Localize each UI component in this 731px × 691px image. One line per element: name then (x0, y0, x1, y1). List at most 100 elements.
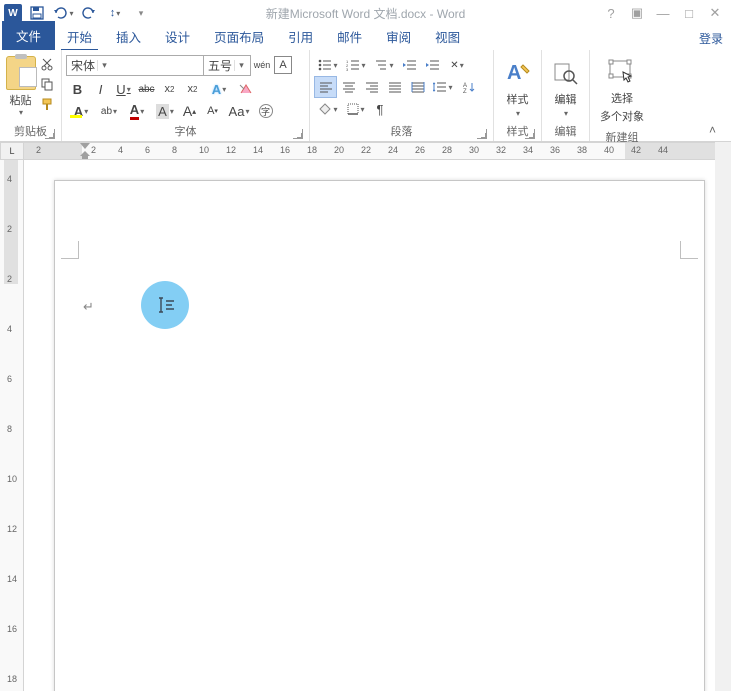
numbering-button[interactable]: 123▾ (342, 54, 370, 76)
change-case-button[interactable]: Aa▾ (224, 100, 254, 122)
editing-button[interactable]: 编辑 ▾ (546, 52, 585, 122)
bullets-button[interactable]: ▾ (314, 54, 342, 76)
char-shading-button[interactable]: A▾ (152, 100, 178, 122)
font-launcher[interactable] (293, 129, 303, 139)
clipboard-launcher[interactable] (45, 129, 55, 139)
strike-button[interactable]: abc (135, 78, 158, 100)
dropdown-icon[interactable]: ▾ (97, 60, 111, 71)
select-icon (606, 56, 638, 88)
first-line-indent-marker[interactable] (80, 143, 90, 149)
text-effects-button[interactable]: A▾ (204, 78, 234, 100)
group-paragraph: ▾ 123▾ ▾ ✕▾ ▾ AZ ▾ ▾ ¶ 段落 (310, 50, 494, 141)
collapse-ribbon-button[interactable]: ˄ (709, 123, 725, 137)
select-sublabel: 多个对象 (600, 108, 644, 124)
redo-button[interactable] (78, 2, 100, 24)
align-right-button[interactable] (360, 76, 383, 98)
phonetic-guide-button[interactable]: wén (252, 55, 272, 75)
italic-button[interactable]: I (89, 78, 112, 100)
hanging-indent-marker[interactable] (80, 151, 90, 159)
paste-icon (6, 56, 36, 90)
tab-mailings[interactable]: 邮件 (325, 23, 374, 50)
svg-text:Z: Z (463, 89, 467, 93)
subscript-button[interactable]: x2 (158, 78, 181, 100)
borders-button[interactable]: ▾ (342, 98, 370, 120)
line-spacing-button[interactable]: ▾ (429, 76, 457, 98)
paragraph-mark: ↵ (83, 299, 94, 315)
login-link[interactable]: 登录 (699, 30, 723, 47)
font-color-button[interactable]: A▾ (122, 100, 152, 122)
align-distribute-button[interactable] (406, 76, 429, 98)
tab-review[interactable]: 审阅 (374, 23, 423, 50)
group-font: 宋体▾ 五号▾ wén A B I U▾ abc x2 x2 A▾ A▾ ab▾… (62, 50, 310, 141)
tab-home[interactable]: 开始 (55, 23, 104, 50)
vertical-scrollbar[interactable] (715, 142, 731, 691)
sort-button[interactable]: AZ (457, 76, 480, 98)
editing-label: 编辑 (555, 91, 577, 107)
margin-corner-tl (61, 241, 79, 259)
vertical-ruler[interactable]: 4224681012141618 (0, 160, 24, 691)
tab-selector[interactable]: L (0, 142, 24, 160)
group-label-paragraph: 段落 (314, 122, 489, 141)
tab-design[interactable]: 设计 (153, 23, 202, 50)
undo-button[interactable]: ▾ (52, 2, 74, 24)
underline-button[interactable]: U▾ (112, 78, 135, 100)
styles-label: 样式 (507, 91, 529, 107)
highlight-underline-button[interactable]: ab▾ (96, 100, 122, 122)
horizontal-ruler[interactable]: 2246810121416182022242628303234363840424… (24, 142, 715, 160)
show-marks-button[interactable]: ¶ (370, 98, 390, 120)
restore-button[interactable]: □ (677, 3, 701, 23)
cut-button[interactable] (37, 54, 57, 74)
shrink-font-button[interactable]: A▾ (201, 100, 224, 122)
clear-format-button[interactable] (234, 78, 257, 100)
minimize-button[interactable]: — (651, 3, 675, 23)
align-center-button[interactable] (337, 76, 360, 98)
select-label: 选择 (611, 90, 633, 106)
dropdown-icon[interactable]: ▾ (19, 108, 23, 117)
paste-button[interactable]: 粘贴 ▾ (4, 52, 37, 122)
tab-insert[interactable]: 插入 (104, 23, 153, 50)
align-left-button[interactable] (314, 76, 337, 98)
inc-indent-button[interactable] (421, 54, 444, 76)
select-objects-button[interactable]: 选择 多个对象 (594, 52, 650, 128)
dropdown-icon[interactable]: ▾ (234, 60, 248, 71)
copy-button[interactable] (37, 74, 57, 94)
superscript-button[interactable]: x2 (181, 78, 204, 100)
touch-mode-button[interactable]: ↕▾ (104, 2, 126, 24)
document-area[interactable]: ↵ (24, 160, 715, 691)
find-icon (550, 57, 582, 89)
tab-file[interactable]: 文件 (2, 21, 55, 50)
group-editing: 编辑 ▾ 编辑 (542, 50, 590, 141)
bold-button[interactable]: B (66, 78, 89, 100)
tab-view[interactable]: 视图 (423, 23, 472, 50)
dropdown-icon[interactable]: ▾ (564, 109, 568, 118)
shading-button[interactable]: ▾ (314, 98, 342, 120)
dropdown-icon[interactable]: ▾ (69, 9, 73, 18)
qat-customize-button[interactable]: ▾ (130, 2, 152, 24)
text-highlight-button[interactable]: A▾ (66, 100, 96, 122)
help-button[interactable]: ? (599, 3, 623, 23)
font-name-combo[interactable]: 宋体▾ (66, 55, 204, 76)
asian-layout-button[interactable]: ✕▾ (444, 54, 470, 76)
styles-button[interactable]: A 样式 ▾ (498, 52, 537, 122)
styles-launcher[interactable] (525, 129, 535, 139)
close-button[interactable]: ✕ (703, 3, 727, 23)
group-clipboard: 粘贴 ▾ 剪贴板 (0, 50, 62, 141)
grow-font-button[interactable]: A▴ (178, 100, 201, 122)
word-app-icon[interactable]: W (4, 4, 22, 22)
paragraph-launcher[interactable] (477, 129, 487, 139)
format-painter-button[interactable] (37, 94, 57, 114)
page[interactable]: ↵ (54, 180, 705, 691)
enclose-char-button[interactable]: 字 (254, 100, 277, 122)
tab-references[interactable]: 引用 (276, 23, 325, 50)
char-border-button[interactable]: A (274, 56, 292, 74)
font-size-combo[interactable]: 五号▾ (203, 55, 251, 76)
ribbon-display-button[interactable]: ▣ (625, 3, 649, 23)
svg-text:3: 3 (346, 67, 349, 71)
svg-text:A: A (507, 62, 521, 84)
dropdown-icon[interactable]: ▾ (516, 109, 520, 118)
tab-layout[interactable]: 页面布局 (202, 23, 276, 50)
dec-indent-button[interactable] (398, 54, 421, 76)
group-styles: A 样式 ▾ 样式 (494, 50, 542, 141)
align-justify-button[interactable] (383, 76, 406, 98)
multilevel-button[interactable]: ▾ (370, 54, 398, 76)
